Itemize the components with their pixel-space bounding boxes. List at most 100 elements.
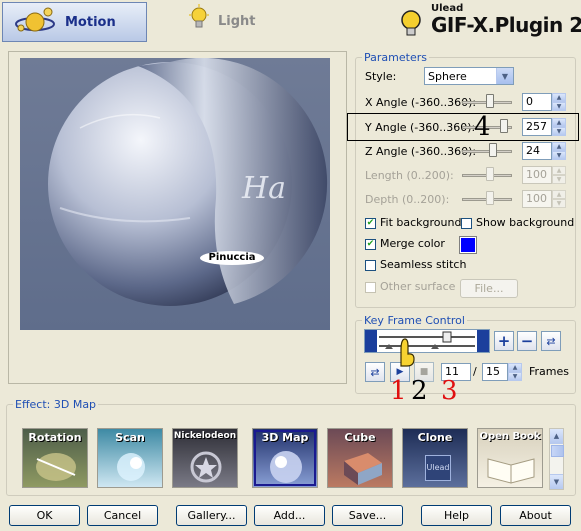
other-surface-label: Other surface bbox=[380, 280, 456, 293]
show-background-checkbox[interactable] bbox=[461, 218, 472, 229]
spin-down-icon[interactable]: ▼ bbox=[508, 372, 522, 381]
spin-up-icon[interactable]: ▲ bbox=[552, 142, 566, 151]
spin-down-icon: ▼ bbox=[552, 175, 566, 184]
chevron-down-icon[interactable]: ▼ bbox=[496, 68, 513, 84]
effect-title: Effect: 3D Map bbox=[15, 398, 97, 411]
spin-up-icon: ▲ bbox=[552, 166, 566, 175]
cancel-button[interactable]: Cancel bbox=[87, 505, 158, 526]
effect-open-book[interactable]: Open Book bbox=[477, 428, 543, 488]
effect-label: Cube bbox=[344, 431, 376, 444]
ok-button[interactable]: OK bbox=[9, 505, 80, 526]
length-slider bbox=[462, 165, 512, 185]
depth-spinner: ▲ ▼ bbox=[552, 190, 566, 208]
style-row: Style: bbox=[365, 66, 396, 86]
about-button[interactable]: About bbox=[500, 505, 571, 526]
loop-arrows-icon: ⇄ bbox=[370, 365, 380, 379]
spin-up-icon[interactable]: ▲ bbox=[552, 93, 566, 102]
style-label: Style: bbox=[365, 69, 397, 83]
fit-background-checkbox[interactable]: ✔ bbox=[365, 218, 376, 229]
x-angle-slider[interactable] bbox=[462, 92, 512, 112]
depth-slider bbox=[462, 189, 512, 209]
effect-scrollbar[interactable]: ▲ ▼ bbox=[549, 428, 564, 490]
frames-label: Frames bbox=[529, 365, 570, 378]
effect-scan[interactable]: Scan bbox=[97, 428, 163, 488]
annotation-4: 4 bbox=[474, 112, 491, 142]
merge-color-swatch[interactable] bbox=[459, 236, 477, 254]
light-bulb-icon bbox=[188, 4, 210, 38]
top-bar: Motion Light Ulead GIF-X.Plugin 2.0 bbox=[0, 0, 581, 44]
tab-motion[interactable]: Motion bbox=[2, 2, 147, 42]
spin-down-icon[interactable]: ▼ bbox=[552, 151, 566, 160]
slider-thumb[interactable] bbox=[486, 94, 494, 108]
help-button[interactable]: Help bbox=[421, 505, 492, 526]
preview-watermark: Pinuccia bbox=[200, 251, 264, 265]
reverse-keyframe-button[interactable]: ⇄ bbox=[541, 331, 561, 351]
show-background-label: Show background bbox=[476, 216, 575, 229]
key-frame-title: Key Frame Control bbox=[364, 314, 465, 327]
z-angle-input[interactable]: 24 bbox=[522, 142, 552, 160]
seamless-stitch-checkbox[interactable] bbox=[365, 260, 376, 271]
remove-keyframe-button[interactable]: − bbox=[517, 331, 537, 351]
length-input: 100 bbox=[522, 166, 552, 184]
scroll-down-icon[interactable]: ▼ bbox=[550, 474, 563, 489]
x-angle-input[interactable]: 0 bbox=[522, 93, 552, 111]
effect-label: Scan bbox=[115, 431, 145, 444]
length-spinner: ▲ ▼ bbox=[552, 166, 566, 184]
style-select[interactable]: Sphere ▼ bbox=[424, 67, 514, 85]
brand-logo: Ulead GIF-X.Plugin 2.0 bbox=[391, 3, 581, 42]
tab-motion-label: Motion bbox=[65, 14, 116, 30]
preview-canvas[interactable]: Ha bbox=[20, 57, 330, 330]
depth-label: Depth (0..200): bbox=[365, 192, 450, 206]
seamless-stitch-label: Seamless stitch bbox=[380, 258, 467, 271]
merge-color-checkbox[interactable]: ✔ bbox=[365, 239, 376, 250]
effect-label: 3D Map bbox=[261, 431, 309, 444]
add-button[interactable]: Add... bbox=[254, 505, 325, 526]
ulead-bulb-icon bbox=[401, 10, 421, 36]
effect-nickelodeon[interactable]: Nickelodeon bbox=[172, 428, 238, 488]
effect-label: Nickelodeon bbox=[173, 431, 237, 441]
spin-up-icon: ▲ bbox=[552, 190, 566, 199]
effect-label: Clone bbox=[417, 431, 453, 444]
add-keyframe-button[interactable]: + bbox=[494, 331, 514, 351]
hand-cursor-icon bbox=[400, 338, 415, 367]
scroll-thumb[interactable] bbox=[551, 445, 564, 457]
z-angle-label: Z Angle (-360..360): bbox=[365, 144, 477, 158]
total-frames-spinner[interactable]: ▲ ▼ bbox=[508, 363, 522, 381]
style-select-value: Sphere bbox=[428, 70, 467, 83]
total-frames-input[interactable]: 15 bbox=[482, 363, 508, 381]
x-angle-spinner[interactable]: ▲ ▼ bbox=[552, 93, 566, 111]
effect-cube[interactable]: Cube bbox=[327, 428, 393, 488]
effect-label: Open Book bbox=[479, 431, 541, 442]
length-label: Length (0..200): bbox=[365, 168, 454, 182]
tab-light-label: Light bbox=[218, 13, 256, 29]
merge-color-label: Merge color bbox=[380, 237, 445, 250]
gallery-button[interactable]: Gallery... bbox=[176, 505, 247, 526]
tab-light[interactable]: Light bbox=[178, 2, 298, 40]
depth-row: Depth (0..200): bbox=[365, 189, 449, 209]
slider-thumb bbox=[486, 191, 494, 205]
slider-thumb[interactable] bbox=[489, 143, 497, 157]
z-angle-spinner[interactable]: ▲ ▼ bbox=[552, 142, 566, 160]
loop-button[interactable]: ⇄ bbox=[365, 362, 385, 382]
spin-up-icon[interactable]: ▲ bbox=[508, 363, 522, 372]
spin-down-icon: ▼ bbox=[552, 199, 566, 208]
z-angle-slider[interactable] bbox=[462, 141, 512, 161]
x-angle-label: X Angle (-360..360): bbox=[365, 95, 477, 109]
brand-product: GIF-X.Plugin 2.0 bbox=[431, 13, 581, 37]
effect-clone[interactable]: Clone Ulead bbox=[402, 428, 468, 488]
frame-separator: / bbox=[473, 365, 477, 378]
effect-3d-map[interactable]: 3D Map bbox=[252, 428, 318, 488]
effect-rotation[interactable]: Rotation bbox=[22, 428, 88, 488]
save-button[interactable]: Save... bbox=[332, 505, 403, 526]
swap-arrows-icon: ⇄ bbox=[546, 334, 556, 348]
motion-orbit-icon bbox=[13, 4, 57, 40]
parameters-title: Parameters bbox=[364, 51, 427, 64]
keyframe-timeline[interactable] bbox=[364, 329, 490, 353]
scroll-up-icon[interactable]: ▲ bbox=[550, 429, 563, 444]
keyframe-timeline-graphic bbox=[365, 330, 489, 352]
other-surface-checkbox bbox=[365, 282, 376, 293]
annotation-highlight-box bbox=[347, 113, 579, 141]
spin-down-icon[interactable]: ▼ bbox=[552, 102, 566, 111]
file-button: File... bbox=[460, 279, 518, 298]
minus-icon: − bbox=[520, 332, 534, 350]
